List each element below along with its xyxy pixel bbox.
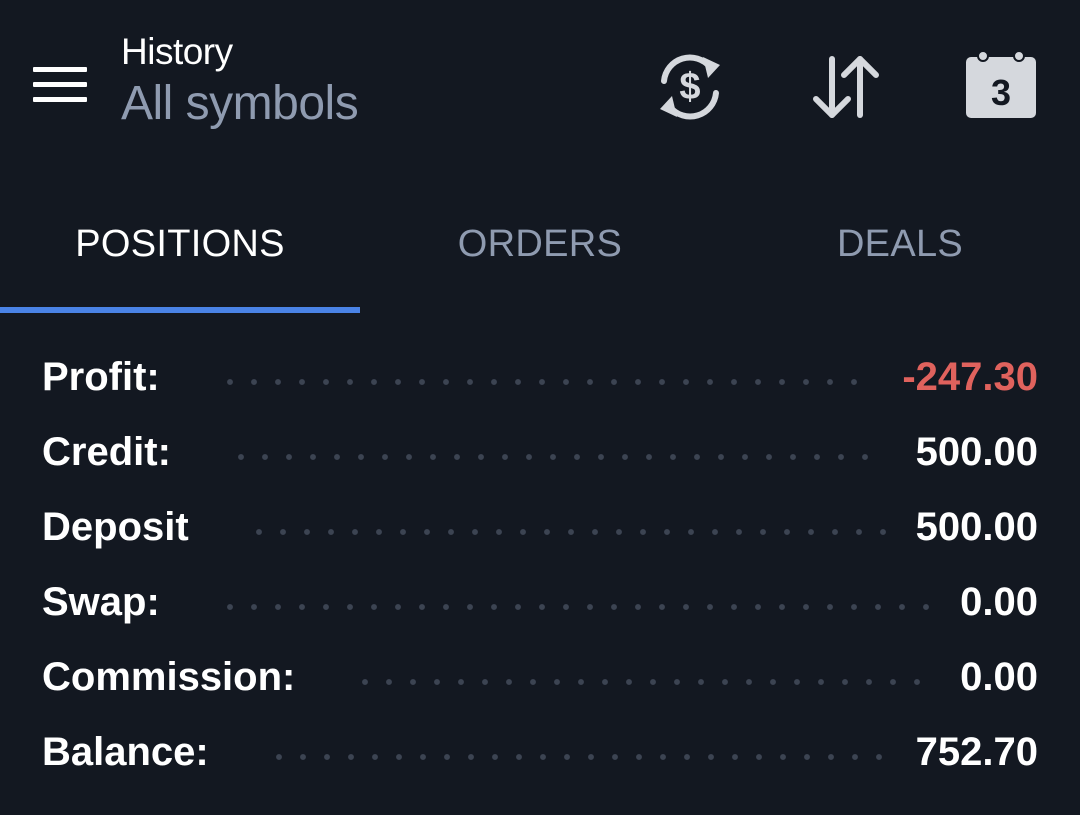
tab-positions[interactable]: POSITIONS <box>0 180 360 308</box>
credit-label: Credit: <box>42 430 171 474</box>
currency-exchange-icon[interactable]: $ <box>650 47 730 127</box>
balance-value: 752.70 <box>915 730 1038 774</box>
tab-deals[interactable]: DEALS <box>720 180 1080 308</box>
commission-value: 0.00 <box>960 655 1038 699</box>
tab-orders[interactable]: ORDERS <box>360 180 720 308</box>
title-block: History All symbols <box>121 30 359 132</box>
summary-row-swap: Swap: 0.00 <box>42 565 1038 640</box>
summary-row-profit: Profit: -247.30 <box>42 340 1038 415</box>
commission-label: Commission: <box>42 655 296 699</box>
swap-value: 0.00 <box>960 580 1038 624</box>
summary-row-commission: Commission: 0.00 <box>42 640 1038 715</box>
calendar-day: 3 <box>991 72 1011 113</box>
tab-bar: POSITIONS ORDERS DEALS <box>0 180 1080 314</box>
dot-leader <box>353 677 931 686</box>
toolbar: History All symbols $ 3 <box>0 0 1080 180</box>
balance-label: Balance: <box>42 730 209 774</box>
summary-row-balance: Balance: 752.70 <box>42 715 1038 790</box>
profit-value: -247.30 <box>902 355 1038 399</box>
page-title: History <box>121 31 233 72</box>
active-tab-indicator <box>0 307 360 313</box>
hamburger-menu-icon[interactable] <box>24 55 96 115</box>
summary-row-deposit: Deposit 500.00 <box>42 490 1038 565</box>
sort-icon[interactable] <box>806 47 886 127</box>
credit-value: 500.00 <box>915 430 1038 474</box>
symbol-filter[interactable]: All symbols <box>121 76 359 132</box>
calendar-icon[interactable]: 3 <box>961 47 1041 127</box>
dot-leader <box>217 377 873 386</box>
swap-label: Swap: <box>42 580 160 624</box>
deposit-label: Deposit <box>42 505 189 549</box>
dot-leader <box>217 602 931 611</box>
dot-leader <box>266 752 886 761</box>
profit-label: Profit: <box>42 355 160 399</box>
dot-leader <box>246 527 886 536</box>
summary-row-credit: Credit: 500.00 <box>42 415 1038 490</box>
svg-text:$: $ <box>679 66 700 108</box>
dot-leader <box>228 452 886 461</box>
deposit-value: 500.00 <box>915 505 1038 549</box>
